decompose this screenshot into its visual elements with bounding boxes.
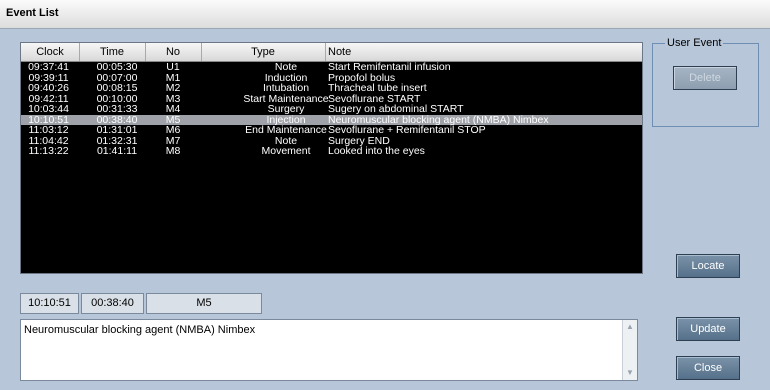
locate-button[interactable]: Locate (676, 254, 740, 278)
cell-note: Start Remifentanil infusion (328, 61, 451, 73)
cell-time: 01:41:11 (96, 145, 138, 157)
cell-no: M4 (165, 103, 181, 115)
column-header-clock[interactable]: Clock (21, 43, 80, 61)
cell-no: M2 (165, 82, 181, 94)
cell-no: U1 (166, 61, 180, 73)
cell-note: Looked into the eyes (328, 145, 425, 157)
note-text: Neuromuscular blocking agent (NMBA) Nimb… (24, 324, 256, 336)
window-title: Event List (6, 7, 59, 19)
cell-note: Thracheal tube insert (328, 82, 427, 94)
selected-no: M5 (146, 293, 262, 314)
table-row[interactable]: 11:03:12 01:31:01 M6 End Maintenance Sevoflu… (21, 125, 642, 136)
scroll-up-icon[interactable]: ▲ (625, 322, 635, 332)
cell-note: Sevoflurane + Remifentanil STOP (328, 124, 486, 136)
list-rows: 09:37:41 00:05:30 U1 Note Start Remifentanil… (21, 62, 642, 157)
cell-clock: 09:40:26 (28, 82, 69, 94)
selected-time: 00:38:40 (81, 293, 144, 314)
cell-clock: 09:37:41 (28, 61, 69, 73)
cell-no: M6 (165, 124, 181, 136)
table-row[interactable]: 09:37:41 00:05:30 U1 Note Start Remifentanil… (21, 62, 642, 73)
scroll-down-icon[interactable]: ▼ (625, 368, 635, 378)
selected-clock: 10:10:51 (20, 293, 79, 314)
column-header-type[interactable]: Type (201, 43, 326, 61)
close-button[interactable]: Close (676, 356, 740, 380)
cell-clock: 11:03:12 (28, 124, 69, 136)
note-field[interactable]: Neuromuscular blocking agent (NMBA) Nimb… (20, 319, 638, 381)
cell-time: 00:31:33 (96, 103, 138, 115)
table-row[interactable]: 09:40:26 00:08:15 M2 Intubation Thracheal tu… (21, 83, 642, 94)
table-row[interactable]: 11:13:22 01:41:11 M8 Movement Looked into th… (21, 146, 642, 157)
cell-time: 00:08:15 (96, 82, 138, 94)
event-list[interactable]: Clock Time No Type Note 09:37:41 00:05:30… (20, 42, 643, 274)
list-header: Clock Time No Type Note (21, 43, 642, 62)
table-row[interactable]: 10:03:44 00:31:33 M4 Surgery Sugery on abdom… (21, 104, 642, 115)
note-scrollbar[interactable]: ▲ ▼ (622, 320, 637, 380)
title-bar: Event List (0, 0, 770, 29)
update-button[interactable]: Update (676, 317, 740, 341)
cell-time: 00:05:30 (96, 61, 138, 73)
cell-time: 01:31:01 (96, 124, 138, 136)
column-header-note[interactable]: Note (325, 43, 642, 61)
column-header-no[interactable]: No (145, 43, 202, 61)
user-event-legend: User Event (665, 37, 724, 49)
column-header-time[interactable]: Time (79, 43, 146, 61)
cell-clock: 10:03:44 (28, 103, 69, 115)
cell-clock: 11:13:22 (28, 145, 69, 157)
cell-note: Sugery on abdominal START (328, 103, 464, 115)
cell-no: M8 (165, 145, 181, 157)
user-event-group: User Event Delete (652, 37, 759, 127)
delete-button[interactable]: Delete (673, 66, 737, 90)
